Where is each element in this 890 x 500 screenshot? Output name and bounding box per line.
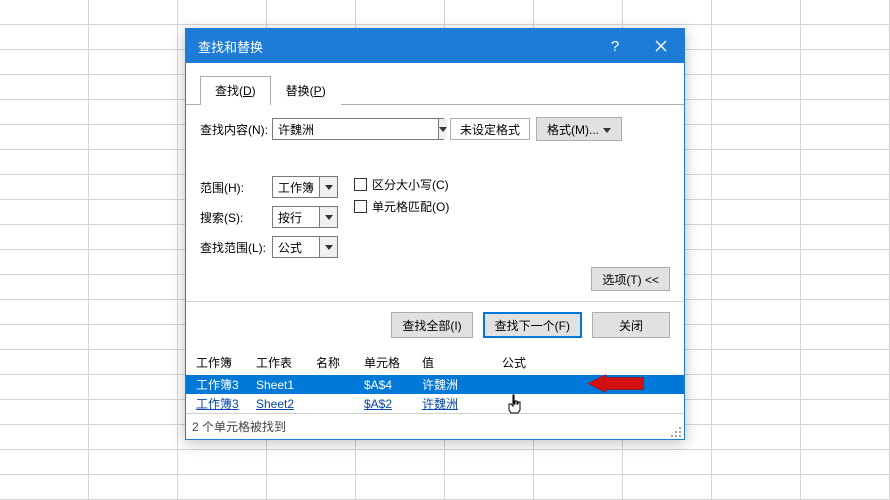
tab-replace[interactable]: 替换(P) bbox=[271, 76, 341, 105]
checkbox-icon bbox=[354, 178, 367, 191]
header-cell[interactable]: 单元格 bbox=[360, 352, 418, 373]
dialog-titlebar[interactable]: 查找和替换 ? bbox=[186, 29, 684, 63]
action-buttons: 查找全部(I) 查找下一个(F) 关闭 bbox=[186, 301, 684, 350]
find-content-input[interactable] bbox=[273, 119, 438, 139]
search-select[interactable]: 按行 bbox=[272, 206, 338, 228]
result-row[interactable]: 工作簿3 Sheet2 $A$2 许魏洲 bbox=[186, 394, 684, 413]
find-form: 查找内容(N): 未设定格式 格式(M)... 范围(H): 工作簿 bbox=[186, 105, 684, 297]
result-link-workbook[interactable]: 工作簿3 bbox=[196, 397, 239, 411]
range-select[interactable]: 工作簿 bbox=[272, 176, 338, 198]
chevron-down-icon bbox=[603, 122, 611, 136]
resize-grip-icon[interactable] bbox=[670, 425, 682, 437]
checkbox-icon bbox=[354, 200, 367, 213]
dialog-title: 查找和替换 bbox=[198, 37, 263, 56]
cursor-pointer-icon bbox=[508, 394, 522, 412]
header-workbook[interactable]: 工作簿 bbox=[192, 352, 252, 373]
lookin-label: 查找范围(L): bbox=[200, 239, 272, 256]
find-content-dropdown[interactable] bbox=[438, 119, 447, 139]
search-label: 搜索(S): bbox=[200, 209, 272, 226]
help-button[interactable]: ? bbox=[592, 29, 638, 63]
options-toggle-button[interactable]: 选项(T) << bbox=[591, 267, 670, 291]
tab-find[interactable]: 查找(D) bbox=[200, 76, 271, 105]
find-content-label: 查找内容(N): bbox=[200, 121, 272, 138]
tab-strip: 查找(D) 替换(P) bbox=[186, 63, 684, 105]
range-label: 范围(H): bbox=[200, 179, 272, 196]
match-cell-checkbox[interactable]: 单元格匹配(O) bbox=[354, 198, 449, 215]
result-row[interactable]: 工作簿3 Sheet1 $A$4 许魏洲 bbox=[186, 375, 684, 394]
results-list: 工作簿3 Sheet1 $A$4 许魏洲 工作簿3 Sheet2 $A$2 许魏… bbox=[186, 375, 684, 413]
close-icon[interactable] bbox=[638, 29, 684, 63]
chevron-down-icon[interactable] bbox=[319, 207, 337, 227]
result-link-value[interactable]: 许魏洲 bbox=[422, 397, 458, 411]
header-formula[interactable]: 公式 bbox=[498, 352, 684, 373]
find-all-button[interactable]: 查找全部(I) bbox=[391, 312, 472, 338]
lookin-select[interactable]: 公式 bbox=[272, 236, 338, 258]
format-preview: 未设定格式 bbox=[450, 118, 530, 140]
find-replace-dialog: 查找和替换 ? 查找(D) 替换(P) 查找内容(N): 未设定格式 格式(M)… bbox=[185, 28, 685, 440]
chevron-down-icon[interactable] bbox=[319, 237, 337, 257]
format-button[interactable]: 格式(M)... bbox=[536, 117, 622, 141]
chevron-down-icon[interactable] bbox=[319, 177, 337, 197]
result-link-cell[interactable]: $A$2 bbox=[364, 397, 392, 411]
close-button[interactable]: 关闭 bbox=[592, 312, 670, 338]
header-value[interactable]: 值 bbox=[418, 352, 498, 373]
status-bar: 2 个单元格被找到 bbox=[186, 413, 684, 439]
arrow-callout-icon bbox=[588, 374, 644, 395]
result-link-worksheet[interactable]: Sheet2 bbox=[256, 397, 294, 411]
results-header: 工作簿 工作表 名称 单元格 值 公式 bbox=[186, 350, 684, 375]
find-next-button[interactable]: 查找下一个(F) bbox=[483, 312, 582, 338]
match-case-checkbox[interactable]: 区分大小写(C) bbox=[354, 176, 449, 193]
find-content-combo[interactable] bbox=[272, 118, 444, 140]
header-worksheet[interactable]: 工作表 bbox=[252, 352, 312, 373]
header-name[interactable]: 名称 bbox=[312, 352, 360, 373]
